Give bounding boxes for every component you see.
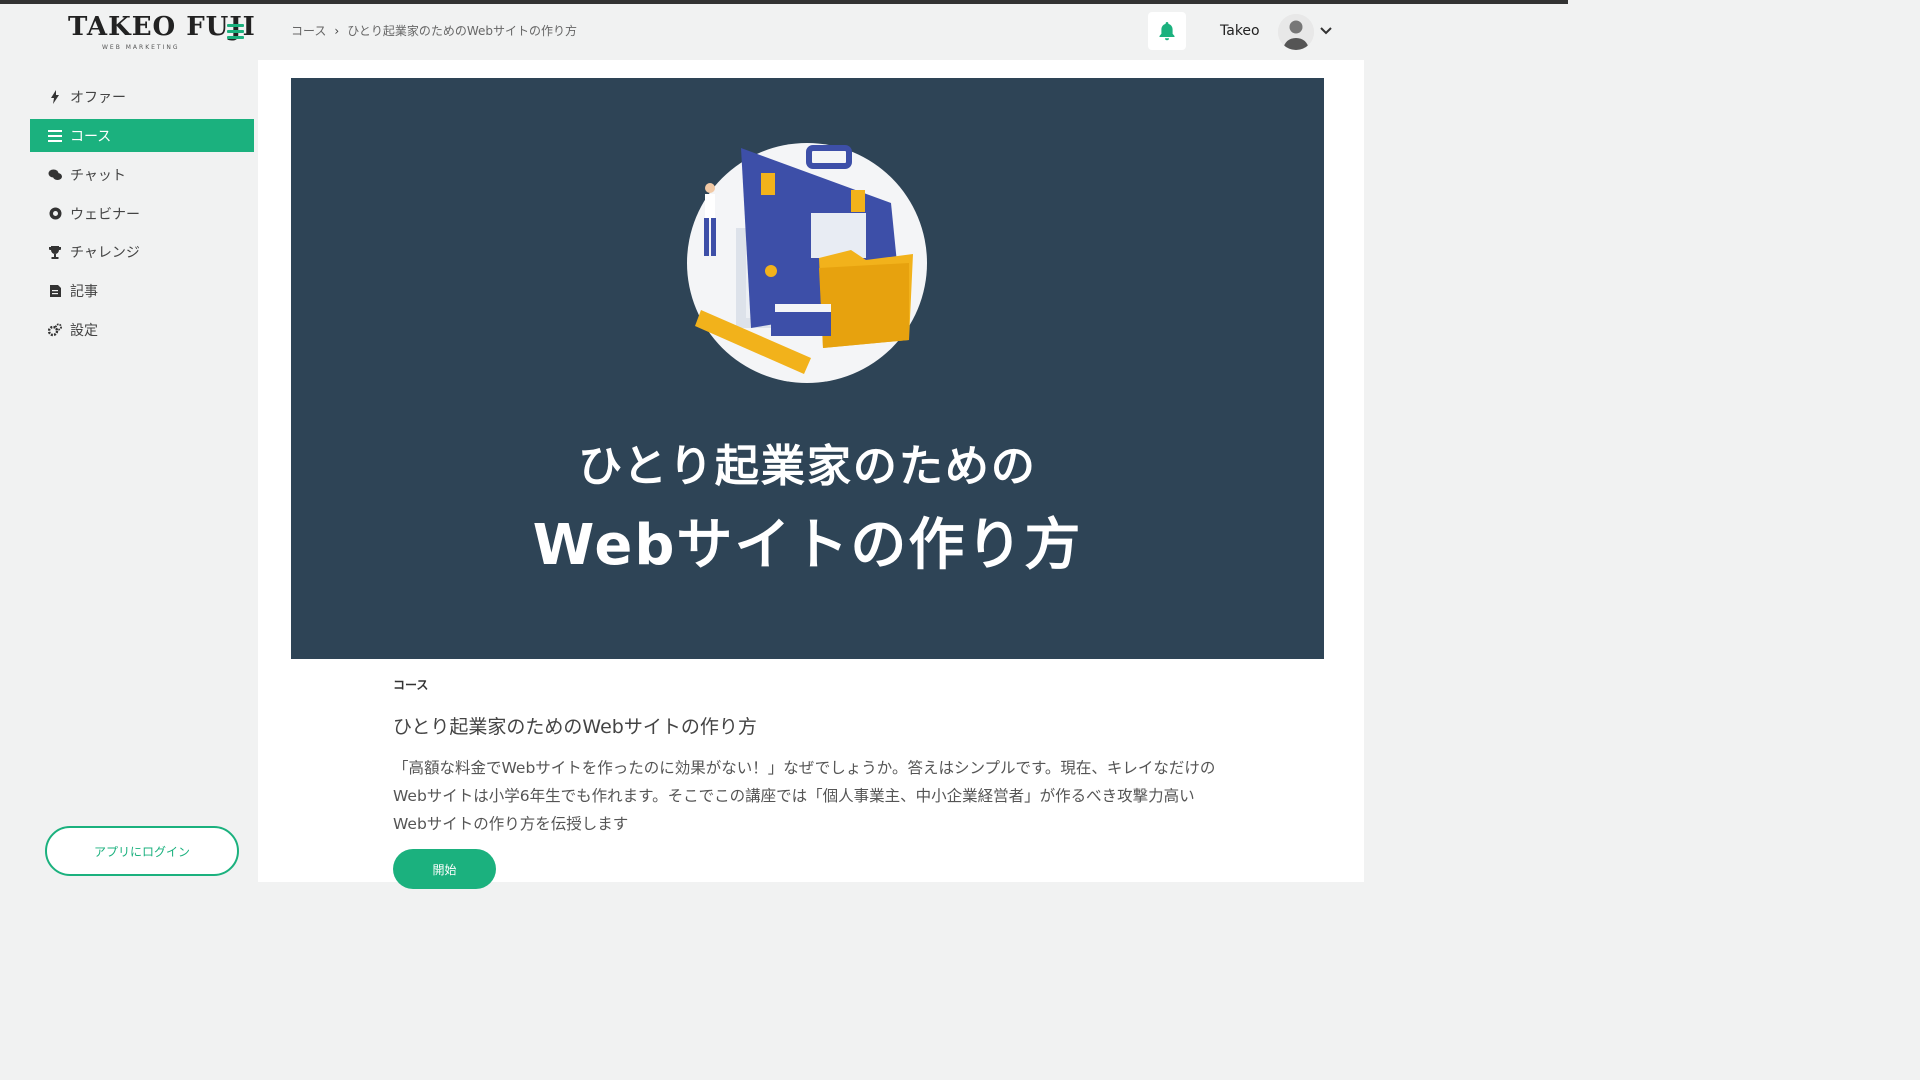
start-button[interactable]: 開始 (393, 849, 496, 889)
sidebar-item-chat[interactable]: チャット (30, 158, 254, 191)
main-content: ひとり起業家のための Webサイトの作り方 コース ひとり起業家のためのWebサ… (258, 60, 1364, 889)
sidebar-item-label: コース (70, 128, 112, 145)
sidebar-item-label: ウェビナー (70, 206, 140, 223)
sidebar-item-challenge[interactable]: チャレンジ (30, 235, 254, 268)
avatar[interactable] (1278, 14, 1314, 50)
hero-title-line2: Webサイトの作り方 (532, 513, 1083, 578)
logo-subtitle: WEB MARKETING (102, 44, 180, 51)
sidebar-item-offer[interactable]: オファー (30, 80, 254, 113)
course-category-label: コース (393, 678, 429, 692)
notification-bell-icon[interactable] (1148, 12, 1186, 50)
sidebar-item-label: オファー (70, 89, 126, 106)
chevron-down-icon[interactable] (1319, 26, 1333, 36)
sidebar-item-label: チャレンジ (70, 244, 140, 261)
sidebar-item-label: 記事 (70, 283, 98, 300)
breadcrumb: コース › ひとり起業家のためのWebサイトの作り方 (291, 22, 577, 39)
sidebar-item-settings[interactable]: 設定 (30, 313, 254, 346)
breadcrumb-current: ひとり起業家のためのWebサイトの作り方 (347, 24, 578, 38)
sidebar: オファー コース チャット ウェビナー チャレンジ 記事 設定 (0, 60, 258, 882)
breadcrumb-separator: › (334, 24, 340, 38)
webinar-icon (48, 207, 62, 221)
sidebar-item-article[interactable]: 記事 (30, 274, 254, 307)
sidebar-item-label: 設定 (70, 322, 98, 339)
hamburger-menu-icon[interactable] (227, 24, 244, 39)
course-title: ひとり起業家のためのWebサイトの作り方 (393, 716, 757, 738)
brand-logo[interactable]: TAKEO FUJI WEB MARKETING (68, 12, 255, 54)
chat-icon (48, 168, 62, 182)
list-icon (48, 129, 62, 143)
app-login-button[interactable]: アプリにログイン (45, 826, 239, 876)
sidebar-item-label: チャット (70, 167, 126, 184)
course-description: 「高額な料金でWebサイトを作ったのに効果がない！」なぜでしょうか。答えはシンプ… (393, 759, 1216, 833)
user-name[interactable]: Takeo (1220, 23, 1260, 39)
trophy-icon (48, 245, 62, 259)
gear-icon (48, 323, 62, 337)
sidebar-item-webinar[interactable]: ウェビナー (30, 197, 254, 230)
breadcrumb-root[interactable]: コース (291, 24, 326, 38)
window-top-edge (0, 0, 1568, 4)
course-hero-image: ひとり起業家のための Webサイトの作り方 (291, 78, 1324, 659)
bolt-icon (48, 89, 62, 104)
article-icon (48, 284, 62, 298)
sidebar-item-course[interactable]: コース (30, 119, 254, 152)
hero-title-line1: ひとり起業家のための (578, 441, 1037, 492)
